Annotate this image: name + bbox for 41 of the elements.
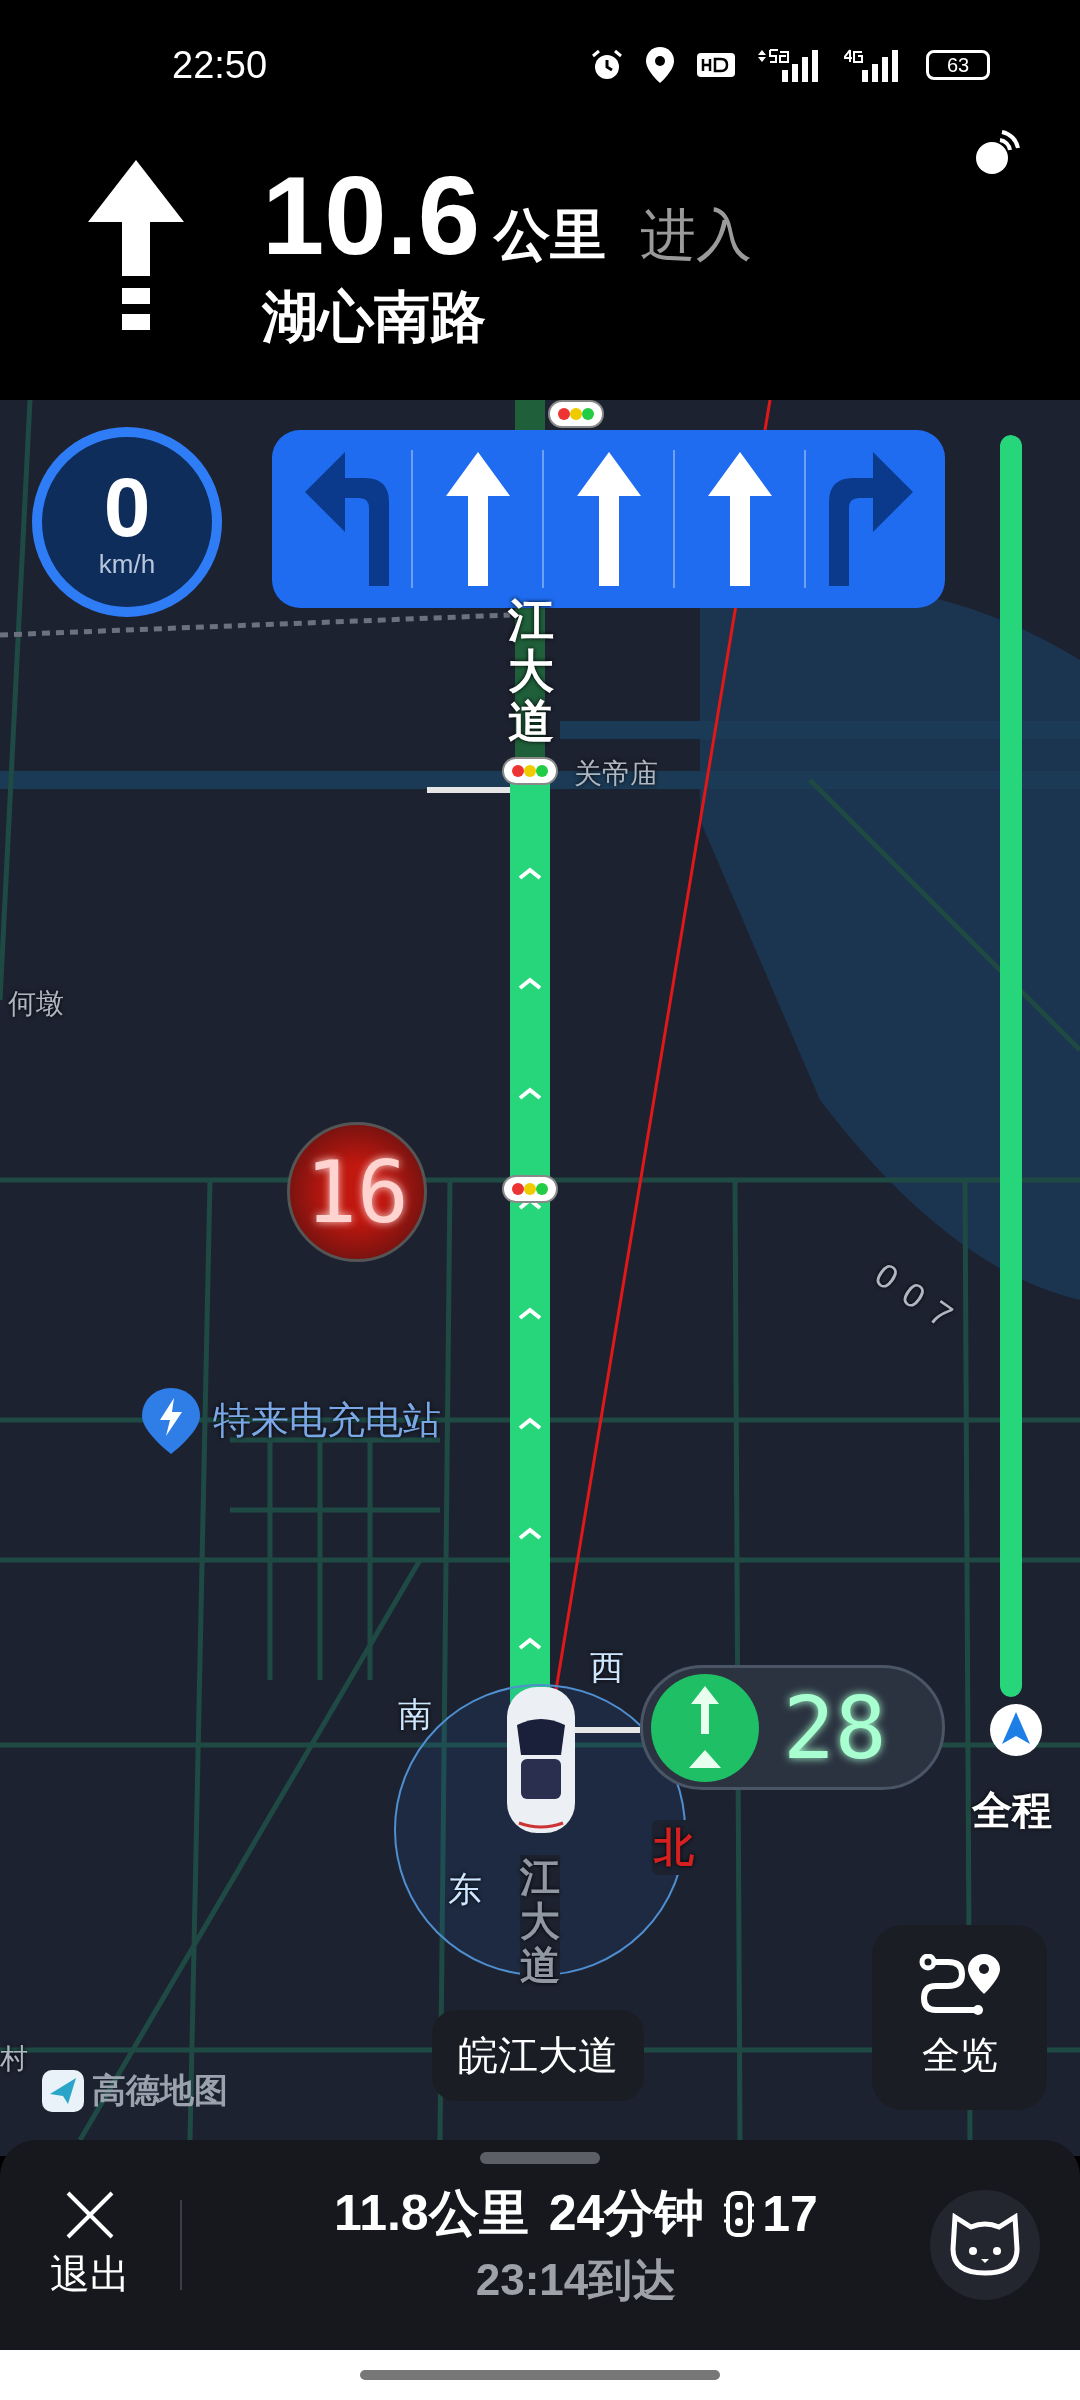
road-label: 江大道 (508, 595, 554, 747)
status-time: 22:50 (172, 43, 268, 87)
next-road-name: 湖心南路 (262, 284, 487, 350)
logo-icon (42, 2070, 84, 2112)
route-overview-label[interactable]: 全程 (972, 1783, 1052, 1838)
car-icon (505, 1685, 577, 1835)
traffic-light-icon (502, 1175, 558, 1203)
countdown-timer: 16 (287, 1122, 427, 1262)
distance-unit: 公里 (494, 202, 606, 268)
route-icon (917, 1954, 1002, 2016)
remaining-distance: 11.8公里 (334, 2184, 529, 2243)
overview-button[interactable]: 全览 (872, 1925, 1047, 2110)
maneuver-action: 进入 (640, 202, 752, 268)
road-label: 江大道 (520, 1855, 560, 1987)
traffic-light-icon (548, 400, 604, 428)
battery-indicator: 63 (926, 50, 990, 80)
current-road-label: 皖江大道 (432, 2010, 644, 2101)
compass-label: 西 (590, 1647, 624, 1688)
remaining-time: 24分钟 (548, 2184, 705, 2243)
traffic-light-icon (502, 757, 558, 785)
compass-label: 北 (652, 1820, 696, 1875)
speedometer: 0 km/h (32, 427, 222, 617)
alarm-icon (590, 48, 624, 82)
distance-value: 10.6 (262, 160, 480, 272)
drag-handle[interactable] (480, 2152, 600, 2164)
poi-label: 特来电充电站 (213, 1398, 441, 1443)
hd-icon (696, 50, 736, 80)
location-icon (646, 47, 674, 83)
brand-label: 高德地图 (92, 2070, 228, 2111)
place-label: 村 (0, 2042, 28, 2076)
satellite-icon[interactable] (974, 130, 1020, 176)
arrival-time: 23:14到达 (475, 2254, 677, 2306)
charging-station-pin-icon (142, 1388, 200, 1454)
countdown-timer: 28 (640, 1665, 945, 1790)
compass-label: 东 (448, 1869, 482, 1910)
traffic-light-icon (724, 2190, 755, 2237)
place-label: 何墩 (8, 987, 64, 1021)
traffic-light-count: 17 (762, 2184, 818, 2243)
compass-label: 南 (398, 1694, 432, 1735)
place-label: 关帝庙 (574, 757, 658, 791)
exit-button[interactable]: 退出 (40, 2188, 140, 2302)
